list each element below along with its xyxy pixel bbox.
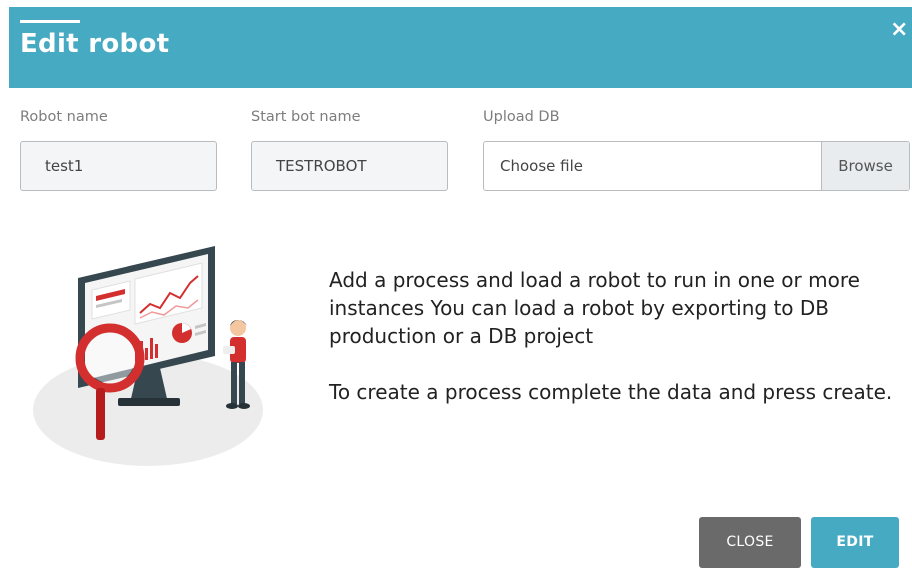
magnifier-handle <box>96 388 105 440</box>
robot-name-input[interactable]: test1 <box>20 141 217 191</box>
file-placeholder: Choose file <box>500 157 583 175</box>
modal-title: Edit robot <box>20 29 170 59</box>
close-icon[interactable]: × <box>890 19 908 41</box>
browse-button[interactable]: Browse <box>821 142 909 190</box>
start-bot-name-label: Start bot name <box>251 109 361 125</box>
info-paragraph-1: Add a process and load a robot to run in… <box>329 268 860 348</box>
header-accent-line <box>20 20 80 23</box>
person-shoe <box>238 403 250 409</box>
edit-button[interactable]: EDIT <box>811 517 899 568</box>
person-shoe <box>226 403 238 409</box>
info-paragraph-2: To create a process complete the data an… <box>329 380 893 404</box>
data-analysis-illustration <box>33 246 263 466</box>
screen-bar <box>155 344 158 358</box>
close-button[interactable]: CLOSE <box>699 517 801 568</box>
screen-bar <box>145 348 148 360</box>
modal-header: Edit robot × <box>9 7 912 88</box>
person-leg <box>239 362 245 404</box>
screen-bar <box>150 338 153 359</box>
person-tablet <box>223 346 235 354</box>
edit-robot-modal: Edit robot × Robot name test1 Start bot … <box>0 0 912 576</box>
info-message: Add a process and load a robot to run in… <box>329 266 904 406</box>
upload-db-label: Upload DB <box>483 109 560 125</box>
person-leg <box>231 362 237 404</box>
upload-db-file-input[interactable]: Choose file Browse <box>483 141 910 191</box>
start-bot-name-input[interactable]: TESTROBOT <box>251 141 448 191</box>
robot-name-label: Robot name <box>20 109 108 125</box>
magnifier-lens <box>85 333 135 383</box>
monitor-base <box>118 398 180 406</box>
